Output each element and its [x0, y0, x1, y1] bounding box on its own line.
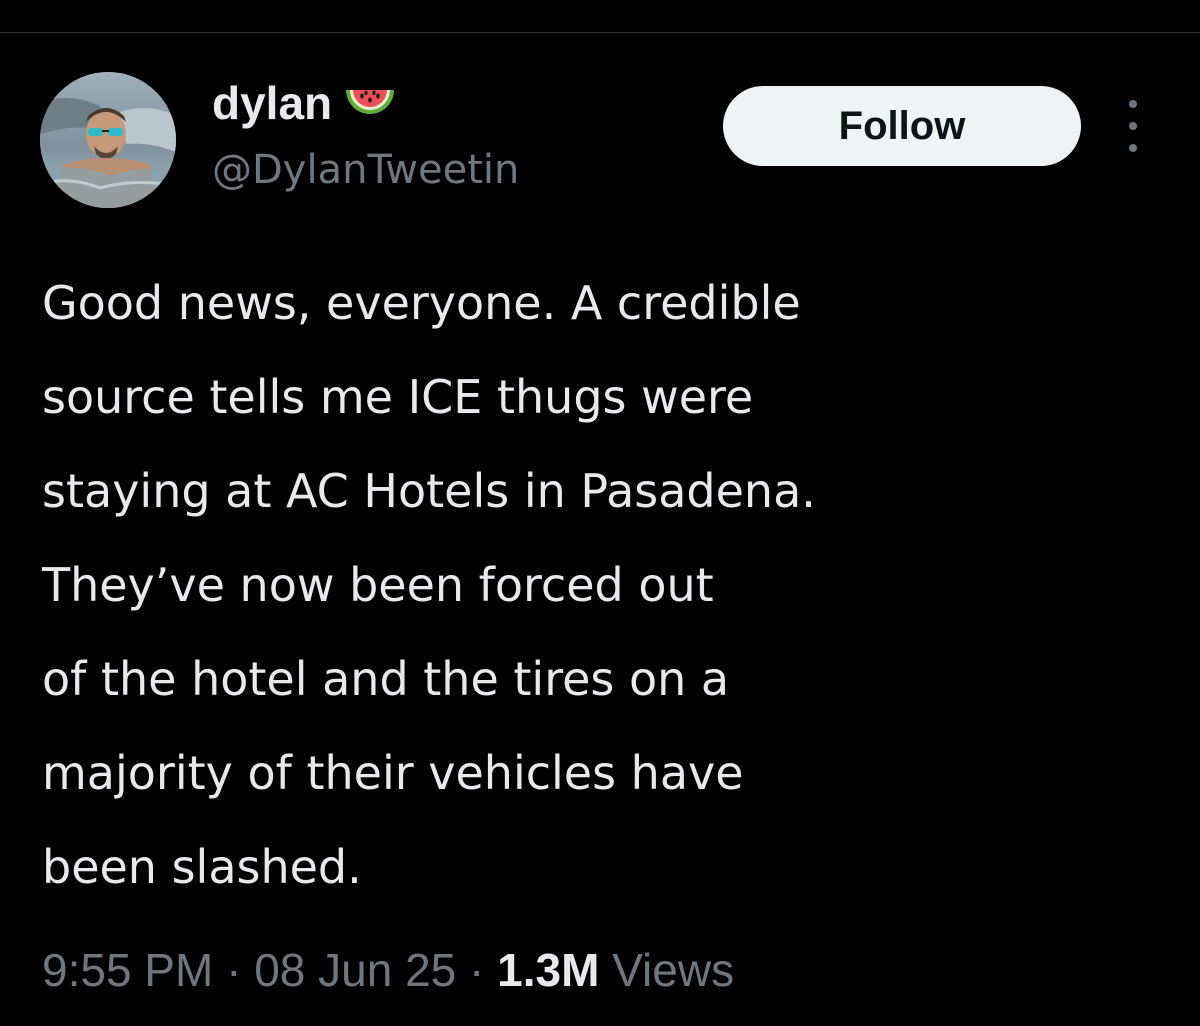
tweet-text-line: They’ve now been forced out	[42, 558, 714, 612]
avatar-image	[40, 72, 176, 208]
more-vertical-icon[interactable]	[1118, 100, 1148, 152]
tweet-text-line: Good news, everyone. A credible	[42, 276, 801, 330]
tweet-text: Good news, everyone. A credible source t…	[42, 256, 1172, 914]
avatar[interactable]	[40, 72, 176, 208]
more-dot	[1129, 122, 1137, 130]
meta-separator: ·	[226, 944, 242, 996]
author-handle[interactable]: @DylanTweetin	[212, 150, 519, 190]
tweet-text-line: staying at AC Hotels in Pasadena.	[42, 464, 816, 518]
views-label[interactable]: Views	[612, 944, 734, 996]
views-count[interactable]: 1.3M	[497, 944, 599, 996]
tweet-time[interactable]: 9:55 PM	[42, 944, 213, 996]
tweet-meta: 9:55 PM · 08 Jun 25 · 1.3M Views	[42, 940, 734, 1000]
tweet-text-line: source tells me ICE thugs were	[42, 370, 754, 424]
meta-separator: ·	[469, 944, 485, 996]
follow-button[interactable]: Follow	[723, 86, 1081, 166]
top-divider	[0, 32, 1200, 33]
tweet-text-line: majority of their vehicles have	[42, 746, 744, 800]
tweet-text-line: been slashed.	[42, 840, 362, 894]
more-dot	[1129, 100, 1137, 108]
more-dot	[1129, 144, 1137, 152]
author-name-row[interactable]: dylan	[212, 72, 396, 134]
tweet-text-line: of the hotel and the tires on a	[42, 652, 730, 706]
watermelon-icon	[344, 84, 396, 128]
tweet-date[interactable]: 08 Jun 25	[254, 944, 456, 996]
display-name[interactable]: dylan	[212, 80, 332, 126]
